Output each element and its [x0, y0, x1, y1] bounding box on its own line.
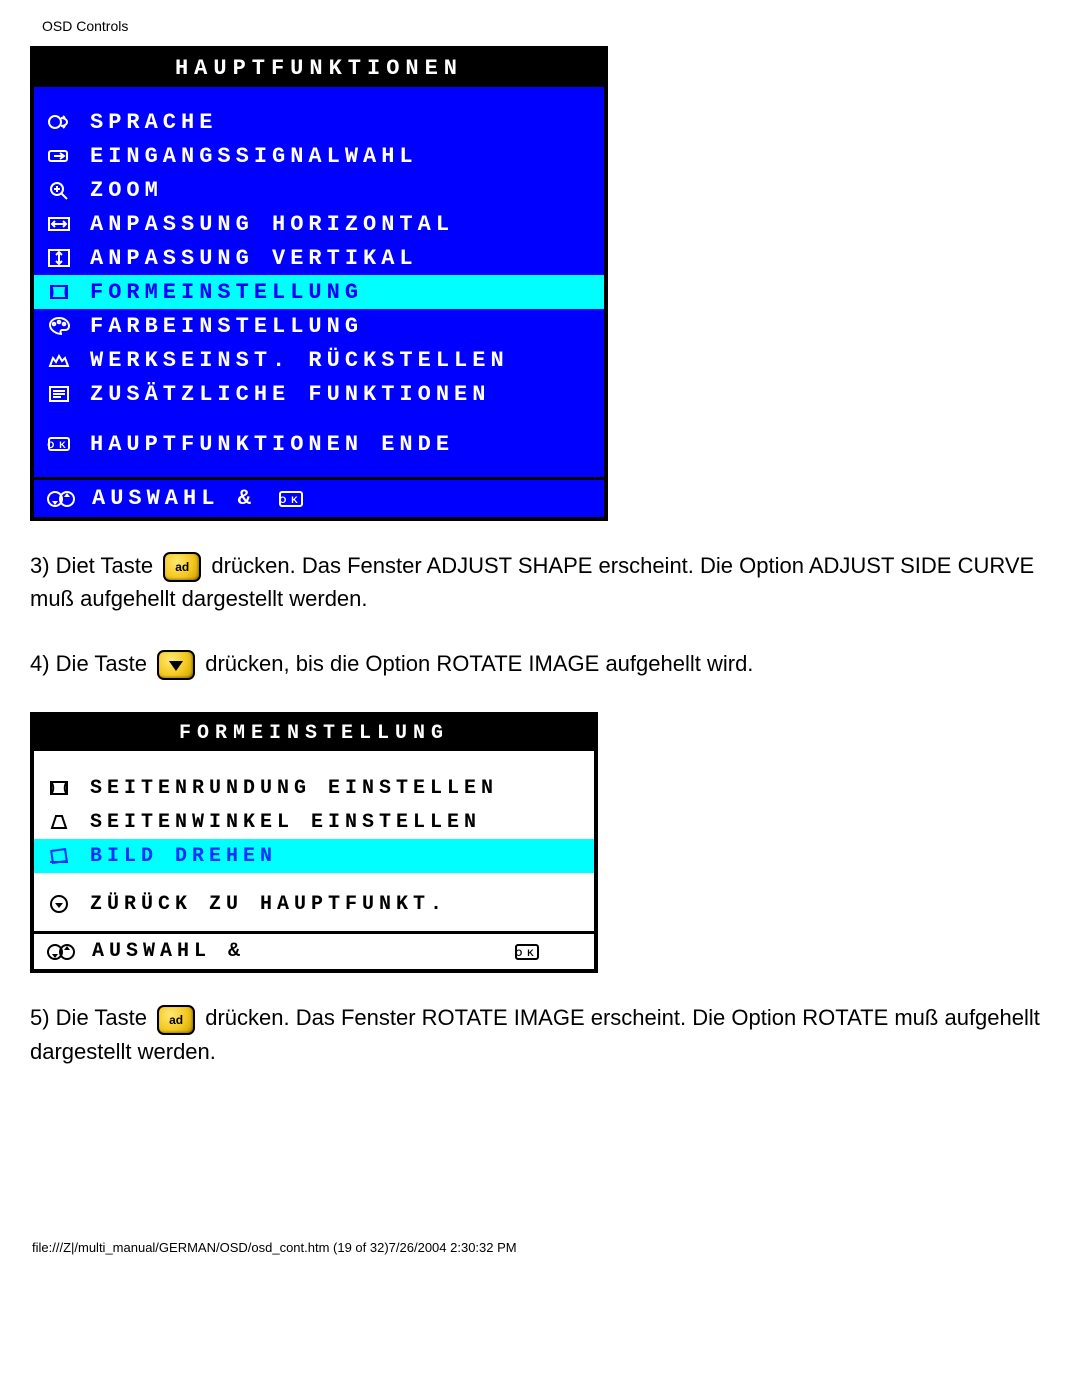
menu-item-adjust-horizontal[interactable]: ANPASSUNG HORIZONTAL	[34, 207, 604, 241]
menu-item-side-curve[interactable]: SEITENRUNDUNG EINSTELLEN	[34, 771, 594, 805]
ok-button-icon: ad	[163, 552, 201, 582]
menu-item-extra[interactable]: ZUSÄTZLICHE FUNKTIONEN	[34, 377, 604, 411]
palette-icon	[42, 315, 76, 337]
side-angle-icon	[42, 811, 76, 833]
extra-controls-icon	[42, 383, 76, 405]
adjust-vertical-icon	[42, 247, 76, 269]
osd1-title: HAUPTFUNKTIONEN	[34, 50, 604, 87]
text: 5) Die Taste	[30, 1005, 153, 1030]
menu-item-side-angle[interactable]: SEITENWINKEL EINSTELLEN	[34, 805, 594, 839]
up-down-icon	[44, 941, 78, 963]
text: drücken, bis die Option ROTATE IMAGE auf…	[205, 651, 753, 676]
osd-adjust-shape: FORMEINSTELLUNG SEITENRUNDUNG EINSTELLEN…	[30, 712, 598, 973]
ok-button-icon: ad	[157, 1005, 195, 1035]
rotate-icon	[42, 845, 76, 867]
osd2-title: FORMEINSTELLUNG	[34, 716, 594, 751]
menu-label: ANPASSUNG HORIZONTAL	[76, 212, 454, 237]
menu-item-back[interactable]: ZÜRÜCK ZU HAUPTFUNKT.	[34, 887, 594, 921]
ok-box-icon: OK	[510, 941, 544, 963]
page-footer: file:///Z|/multi_manual/GERMAN/OSD/osd_c…	[30, 1100, 1050, 1255]
down-button-icon	[157, 650, 195, 680]
up-down-icon	[44, 488, 78, 510]
svg-text:OK: OK	[515, 948, 539, 958]
menu-item-color[interactable]: FARBEINSTELLUNG	[34, 309, 604, 343]
menu-label: ANPASSUNG VERTIKAL	[76, 246, 418, 271]
menu-item-rotate-image[interactable]: BILD DREHEN	[34, 839, 594, 873]
instruction-5: 5) Die Taste ad drücken. Das Fenster ROT…	[30, 1001, 1050, 1067]
footer-text: AUSWAHL &	[78, 486, 256, 511]
menu-label: SEITENWINKEL EINSTELLEN	[76, 811, 481, 834]
menu-label: FORMEINSTELLUNG	[76, 280, 363, 305]
menu-item-reset[interactable]: WERKSEINST. RÜCKSTELLEN	[34, 343, 604, 377]
menu-item-sprache[interactable]: SPRACHE	[34, 105, 604, 139]
menu-item-shape[interactable]: FORMEINSTELLUNG	[34, 275, 604, 309]
menu-label: SEITENRUNDUNG EINSTELLEN	[76, 777, 498, 800]
ok-box-icon: OK	[274, 488, 308, 510]
menu-label: ZUSÄTZLICHE FUNKTIONEN	[76, 382, 490, 407]
language-icon	[42, 111, 76, 133]
shape-icon	[42, 281, 76, 303]
svg-text:OK: OK	[279, 495, 303, 505]
menu-item-zoom[interactable]: ZOOM	[34, 173, 604, 207]
instruction-4: 4) Die Taste drücken, bis die Option ROT…	[30, 647, 1050, 680]
ok-box-icon: OK	[42, 433, 76, 455]
factory-reset-icon	[42, 349, 76, 371]
footer-text: AUSWAHL &	[78, 940, 245, 963]
menu-label: WERKSEINST. RÜCKSTELLEN	[76, 348, 509, 373]
menu-item-exit[interactable]: OK HAUPTFUNKTIONEN ENDE	[34, 427, 604, 461]
page-header: OSD Controls	[30, 0, 1050, 46]
down-circle-icon	[42, 893, 76, 915]
menu-label: EINGANGSSIGNALWAHL	[76, 144, 418, 169]
menu-label: HAUPTFUNKTIONEN ENDE	[76, 432, 454, 457]
menu-item-adjust-vertical[interactable]: ANPASSUNG VERTIKAL	[34, 241, 604, 275]
osd2-footer: AUSWAHL & OK	[34, 931, 594, 969]
instruction-3: 3) Diet Taste ad drücken. Das Fenster AD…	[30, 549, 1050, 615]
menu-label: ZOOM	[76, 178, 163, 203]
input-icon	[42, 145, 76, 167]
menu-item-input[interactable]: EINGANGSSIGNALWAHL	[34, 139, 604, 173]
side-curve-icon	[42, 777, 76, 799]
zoom-icon	[42, 179, 76, 201]
menu-label: BILD DREHEN	[76, 845, 277, 868]
svg-text:OK: OK	[47, 440, 71, 450]
menu-label: ZÜRÜCK ZU HAUPTFUNKT.	[76, 893, 447, 916]
osd1-footer: AUSWAHL & OK	[34, 477, 604, 517]
menu-label: SPRACHE	[76, 110, 217, 135]
menu-label: FARBEINSTELLUNG	[76, 314, 363, 339]
osd-main-controls: HAUPTFUNKTIONEN SPRACHE EINGANGSSIGNALWA…	[30, 46, 608, 521]
adjust-horizontal-icon	[42, 213, 76, 235]
text: 3) Diet Taste	[30, 553, 159, 578]
text: 4) Die Taste	[30, 651, 153, 676]
